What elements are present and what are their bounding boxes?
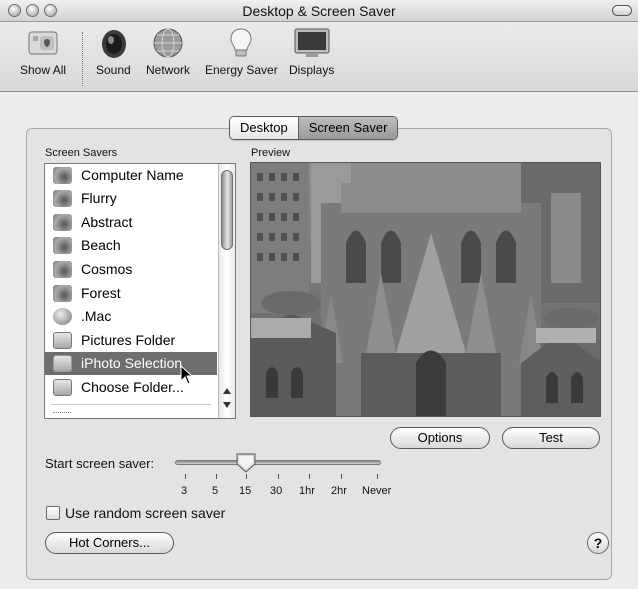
speaker-icon xyxy=(102,30,127,58)
scrollbar-thumb[interactable] xyxy=(221,170,233,250)
scroll-up-arrow-icon[interactable] xyxy=(223,388,231,394)
folder-icon xyxy=(53,332,72,349)
toolbar-label: Sound xyxy=(96,63,131,77)
slider-thumb-icon[interactable] xyxy=(235,452,257,474)
screensaver-swirl-icon xyxy=(53,261,72,278)
options-button[interactable]: Options xyxy=(390,427,490,449)
toolbar-energy-saver[interactable]: Energy Saver xyxy=(205,26,278,77)
help-button[interactable]: ? xyxy=(587,532,609,554)
slider-tick xyxy=(246,474,247,479)
list-item[interactable]: Abstract xyxy=(45,211,217,234)
screensaver-swirl-icon xyxy=(53,167,72,184)
slider-tick xyxy=(278,474,279,479)
toolbar-label: Network xyxy=(146,63,191,77)
toolbar-label: Show All xyxy=(20,63,67,77)
list-item[interactable]: Flurry xyxy=(45,187,217,210)
hot-corners-button[interactable]: Hot Corners... xyxy=(45,532,174,554)
toolbar-network[interactable]: Network xyxy=(146,26,190,77)
slider-tick xyxy=(216,474,217,479)
lightbulb-icon xyxy=(230,28,252,57)
folder-icon xyxy=(53,355,72,372)
toolbar-separator xyxy=(82,32,83,86)
list-item[interactable]: Pictures Folder xyxy=(45,329,217,352)
preview-label: Preview xyxy=(251,147,291,159)
list-scrollbar[interactable] xyxy=(218,164,235,418)
tick-label: 15 xyxy=(239,485,252,497)
tick-label: 30 xyxy=(270,485,283,497)
screensaver-swirl-icon xyxy=(53,190,72,207)
screensaver-swirl-icon xyxy=(53,214,72,231)
tick-label: 2hr xyxy=(331,485,347,497)
tab-desktop[interactable]: Desktop xyxy=(230,117,298,139)
slider-tick xyxy=(341,474,342,479)
slider-tick xyxy=(185,474,186,479)
window-title: Desktop & Screen Saver xyxy=(242,3,396,19)
preferences-window: Desktop & Screen Saver Show All Sound Ne… xyxy=(0,0,638,589)
tick-label: 5 xyxy=(212,485,219,497)
screensaver-swirl-icon xyxy=(53,285,72,302)
start-delay-slider[interactable] xyxy=(175,460,381,465)
toolbar-show-all[interactable]: Show All xyxy=(20,26,66,77)
tick-label: Never xyxy=(362,485,392,497)
tick-label: 1hr xyxy=(299,485,315,497)
show-all-icon xyxy=(28,31,58,55)
title-bar: Desktop & Screen Saver xyxy=(0,0,638,22)
list-item[interactable]: Beach xyxy=(45,234,217,257)
list-item[interactable]: .Mac xyxy=(45,305,217,328)
random-screen-saver-checkbox[interactable] xyxy=(46,506,60,520)
dotmac-globe-icon xyxy=(53,308,72,325)
screensaver-swirl-icon xyxy=(53,237,72,254)
mouse-cursor-icon xyxy=(180,365,194,385)
scroll-down-arrow-icon[interactable] xyxy=(223,402,231,408)
toolbar-label: Energy Saver xyxy=(205,63,278,77)
display-monitor-icon xyxy=(294,28,330,57)
list-item[interactable]: Cosmos xyxy=(45,258,217,281)
toolbar-label: Displays xyxy=(289,63,335,77)
list-more-indicator xyxy=(53,412,71,416)
random-screen-saver-label: Use random screen saver xyxy=(65,505,226,521)
network-globe-icon xyxy=(153,28,183,58)
toolbar: Show All Sound Network Energy Saver Disp… xyxy=(0,22,638,92)
tab-screen-saver[interactable]: Screen Saver xyxy=(297,117,398,139)
list-item[interactable]: Computer Name xyxy=(45,164,217,187)
list-divider xyxy=(51,404,211,405)
folder-icon xyxy=(53,379,72,396)
screen-saver-preview xyxy=(250,162,601,417)
cathedral-photo-icon xyxy=(251,163,600,416)
list-item[interactable]: Forest xyxy=(45,282,217,305)
toolbar-sound[interactable]: Sound xyxy=(96,26,131,77)
test-button[interactable]: Test xyxy=(502,427,600,449)
slider-tick xyxy=(309,474,310,479)
toolbar-displays[interactable]: Displays xyxy=(289,26,334,77)
screen-savers-label: Screen Savers xyxy=(45,147,118,159)
tick-label: 3 xyxy=(181,485,188,497)
screen-saver-list[interactable]: Computer Name Flurry Abstract Beach Cosm… xyxy=(44,163,236,419)
slider-tick xyxy=(377,474,378,479)
start-screen-saver-label: Start screen saver: xyxy=(45,456,155,471)
tab-control: Desktop Screen Saver xyxy=(229,116,399,140)
toolbar-toggle-button[interactable] xyxy=(612,5,632,16)
